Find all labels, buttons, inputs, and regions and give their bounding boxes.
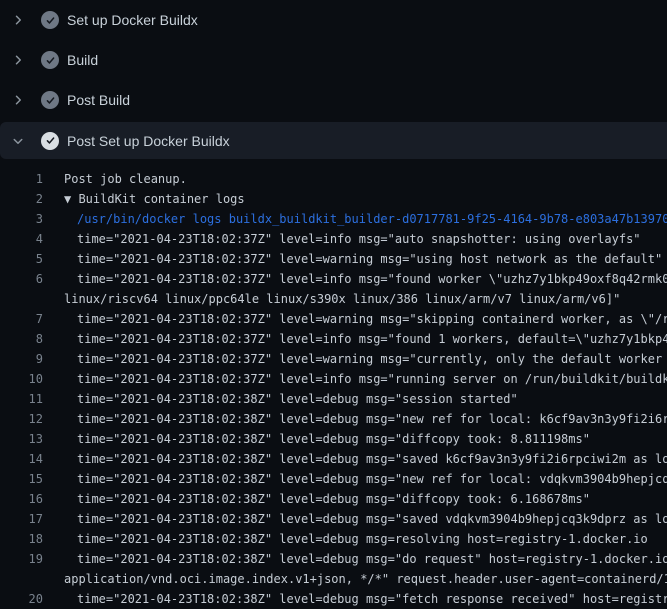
log-line-text: time="2021-04-23T18:02:38Z" level=debug … [43,449,667,469]
log-line-continuation: linux/riscv64 linux/ppc64le linux/s390x … [0,289,667,309]
log-line-text: time="2021-04-23T18:02:37Z" level=info m… [43,269,667,289]
chevron-right-icon[interactable] [12,94,24,106]
log-line-text: time="2021-04-23T18:02:38Z" level=debug … [43,389,518,409]
log-line-number[interactable]: 2 [0,189,43,209]
log-line-number[interactable]: 17 [0,509,43,529]
log-line: 1 Post job cleanup. [0,169,667,189]
log-line-text: application/vnd.oci.image.index.v1+json,… [43,569,667,589]
log-line-number[interactable]: 14 [0,449,43,469]
log-line-number[interactable]: 5 [0,249,43,269]
step-label: Set up Docker Buildx [67,12,198,28]
step-label: Build [67,52,98,68]
log-line: 20 time="2021-04-23T18:02:38Z" level=deb… [0,589,667,609]
check-circle-icon [41,11,59,29]
step-post-setup-docker-buildx[interactable]: Post Set up Docker Buildx [0,122,667,159]
log-line-number[interactable]: 8 [0,329,43,349]
log-line-number[interactable]: 3 [0,209,43,229]
log-line-text: time="2021-04-23T18:02:37Z" level=info m… [43,369,667,389]
log-line: 17 time="2021-04-23T18:02:38Z" level=deb… [0,509,667,529]
log-line-text: time="2021-04-23T18:02:38Z" level=debug … [43,589,667,609]
log-line: 4 time="2021-04-23T18:02:37Z" level=info… [0,229,667,249]
log-line: 9 time="2021-04-23T18:02:37Z" level=warn… [0,349,667,369]
log-line-text: time="2021-04-23T18:02:38Z" level=debug … [43,529,648,549]
log-line-number [0,289,43,309]
log-line: 10 time="2021-04-23T18:02:37Z" level=inf… [0,369,667,389]
workflow-steps-list: Set up Docker Buildx Build Post Build Po… [0,0,667,159]
log-line-number[interactable]: 11 [0,389,43,409]
log-line: 14 time="2021-04-23T18:02:38Z" level=deb… [0,449,667,469]
log-line-text: time="2021-04-23T18:02:38Z" level=debug … [43,549,667,569]
step-setup-docker-buildx[interactable]: Set up Docker Buildx [0,0,667,40]
log-line: 2 ▼ BuildKit container logs [0,189,667,209]
log-line-text: time="2021-04-23T18:02:38Z" level=debug … [43,469,667,489]
log-line-number[interactable]: 1 [0,169,43,189]
log-line-number[interactable]: 6 [0,269,43,289]
chevron-right-icon[interactable] [12,54,24,66]
log-line-number[interactable]: 16 [0,489,43,509]
log-line-text: time="2021-04-23T18:02:37Z" level=warnin… [43,249,662,269]
log-line-number[interactable]: 15 [0,469,43,489]
log-line: 18 time="2021-04-23T18:02:38Z" level=deb… [0,529,667,549]
log-line-text: time="2021-04-23T18:02:37Z" level=warnin… [43,309,667,329]
log-line-number[interactable]: 13 [0,429,43,449]
log-line: 3 /usr/bin/docker logs buildx_buildkit_b… [0,209,667,229]
log-line: 8 time="2021-04-23T18:02:37Z" level=info… [0,329,667,349]
log-line-number[interactable]: 12 [0,409,43,429]
log-command-text: /usr/bin/docker logs buildx_buildkit_bui… [43,209,667,229]
log-line: 6 time="2021-04-23T18:02:37Z" level=info… [0,269,667,289]
log-line-text: Post job cleanup. [43,169,187,189]
log-line: 12 time="2021-04-23T18:02:38Z" level=deb… [0,409,667,429]
log-line-text: time="2021-04-23T18:02:38Z" level=debug … [43,489,590,509]
log-line-number [0,569,43,589]
chevron-down-icon[interactable] [12,135,24,147]
log-line: 5 time="2021-04-23T18:02:37Z" level=warn… [0,249,667,269]
log-group-toggle[interactable]: ▼ BuildKit container logs [43,189,245,209]
log-line-number[interactable]: 4 [0,229,43,249]
log-line-text: time="2021-04-23T18:02:38Z" level=debug … [43,509,667,529]
log-line-number[interactable]: 19 [0,549,43,569]
check-circle-icon [41,132,59,150]
log-line: 19 time="2021-04-23T18:02:38Z" level=deb… [0,549,667,569]
log-line-text: time="2021-04-23T18:02:38Z" level=debug … [43,429,590,449]
check-circle-icon [41,91,59,109]
log-line-text: time="2021-04-23T18:02:37Z" level=info m… [43,229,641,249]
log-line-text: time="2021-04-23T18:02:37Z" level=info m… [43,329,667,349]
step-build[interactable]: Build [0,40,667,80]
log-line-text: time="2021-04-23T18:02:38Z" level=debug … [43,409,667,429]
log-output: 1 Post job cleanup. 2 ▼ BuildKit contain… [0,160,667,609]
log-line-continuation: application/vnd.oci.image.index.v1+json,… [0,569,667,589]
log-line-number[interactable]: 10 [0,369,43,389]
log-line: 13 time="2021-04-23T18:02:38Z" level=deb… [0,429,667,449]
log-line-text: linux/riscv64 linux/ppc64le linux/s390x … [43,289,620,309]
log-line-number[interactable]: 20 [0,589,43,609]
check-circle-icon [41,51,59,69]
log-line-number[interactable]: 7 [0,309,43,329]
log-line: 16 time="2021-04-23T18:02:38Z" level=deb… [0,489,667,509]
step-label: Post Build [67,92,130,108]
chevron-right-icon[interactable] [12,14,24,26]
step-post-build[interactable]: Post Build [0,80,667,120]
step-label: Post Set up Docker Buildx [67,133,230,149]
log-line-text: time="2021-04-23T18:02:37Z" level=warnin… [43,349,667,369]
log-line: 15 time="2021-04-23T18:02:38Z" level=deb… [0,469,667,489]
log-line-number[interactable]: 9 [0,349,43,369]
log-line: 7 time="2021-04-23T18:02:37Z" level=warn… [0,309,667,329]
log-line: 11 time="2021-04-23T18:02:38Z" level=deb… [0,389,667,409]
log-line-number[interactable]: 18 [0,529,43,549]
